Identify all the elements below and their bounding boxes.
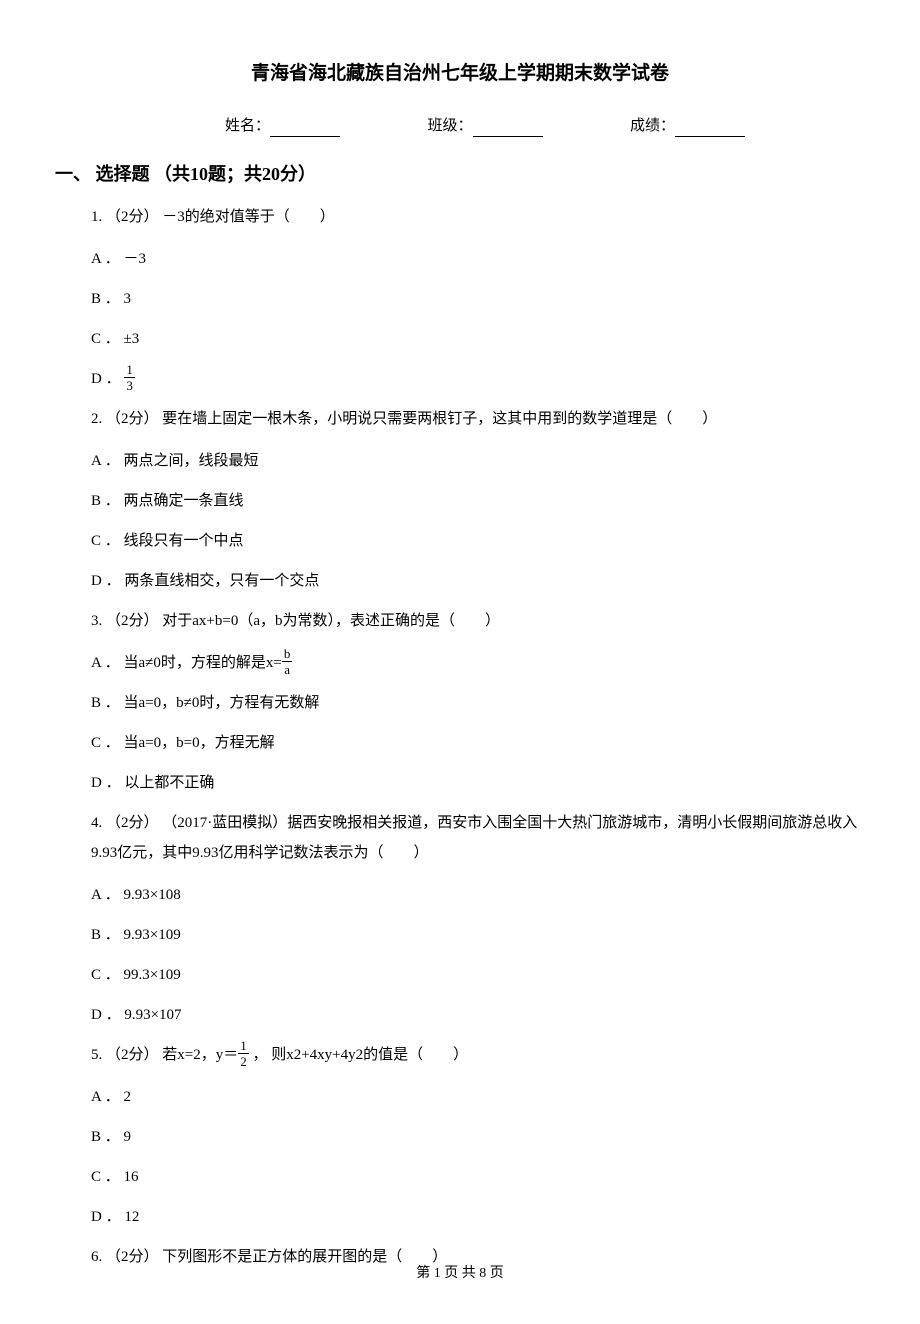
q1-opt-c: C ． ±3 xyxy=(91,324,865,354)
q4-stem: 4. （2分） （2017·蓝田模拟）据西安晚报相关报道，西安市入围全国十大热门… xyxy=(91,808,865,868)
q1-opt-a: A ． －3 xyxy=(91,244,865,274)
score-blank[interactable] xyxy=(675,136,745,137)
q5-stem-prefix: 5. （2分） 若x=2，y＝ xyxy=(91,1047,238,1063)
q3-a-numerator: b xyxy=(282,647,293,662)
q3-opt-d: D ． 以上都不正确 xyxy=(91,768,865,798)
q2-opt-c: C ． 线段只有一个中点 xyxy=(91,526,865,556)
fraction-icon: b a xyxy=(282,647,293,676)
q1-d-numerator: 1 xyxy=(124,363,135,378)
name-label: 姓名： xyxy=(225,118,270,134)
class-field: 班级： xyxy=(427,115,542,138)
page-footer: 第 1 页 共 8 页 xyxy=(0,1263,920,1284)
name-field: 姓名： xyxy=(225,115,340,138)
q3-a-denominator: a xyxy=(282,662,293,676)
q1-opt-d: D ． 1 3 xyxy=(91,364,865,394)
q3-opt-a: A ． 当a≠0时，方程的解是x= b a xyxy=(91,648,865,678)
q2-opt-d: D ． 两条直线相交，只有一个交点 xyxy=(91,566,865,596)
q5-stem: 5. （2分） 若x=2，y＝ 1 2 ， 则x2+4xy+4y2的值是（ ） xyxy=(91,1040,865,1070)
footer-suffix: 页 xyxy=(486,1266,504,1281)
footer-current-page: 1 xyxy=(434,1266,441,1281)
q3-opt-b: B ． 当a=0，b≠0时，方程有无数解 xyxy=(91,688,865,718)
fraction-icon: 1 2 xyxy=(238,1039,249,1068)
q2-opt-b: B ． 两点确定一条直线 xyxy=(91,486,865,516)
header-fields: 姓名： 班级： 成绩： xyxy=(55,115,865,138)
q5-denominator: 2 xyxy=(238,1054,249,1068)
q4-opt-b: B ． 9.93×109 xyxy=(91,920,865,950)
q1-opt-d-prefix: D ． xyxy=(91,371,121,387)
q5-opt-b: B ． 9 xyxy=(91,1122,865,1152)
q2-opt-a: A ． 两点之间，线段最短 xyxy=(91,446,865,476)
score-field: 成绩： xyxy=(630,115,745,138)
q5-opt-d: D ． 12 xyxy=(91,1202,865,1232)
q5-stem-suffix: ， 则x2+4xy+4y2的值是（ ） xyxy=(249,1047,468,1063)
class-blank[interactable] xyxy=(473,136,543,137)
q1-opt-b: B ． 3 xyxy=(91,284,865,314)
q5-numerator: 1 xyxy=(238,1039,249,1054)
name-blank[interactable] xyxy=(270,136,340,137)
q3-opt-a-prefix: A ． 当a≠0时，方程的解是x= xyxy=(91,655,282,671)
footer-mid: 页 共 xyxy=(441,1266,480,1281)
q2-stem: 2. （2分） 要在墙上固定一根木条，小明说只需要两根钉子，这其中用到的数学道理… xyxy=(91,404,865,434)
class-label: 班级： xyxy=(427,118,472,134)
section-1-heading: 一、 选择题 （共10题；共20分） xyxy=(55,161,865,188)
q1-d-denominator: 3 xyxy=(124,378,135,392)
q4-opt-a: A ． 9.93×108 xyxy=(91,880,865,910)
fraction-icon: 1 3 xyxy=(124,363,135,392)
q5-opt-a: A ． 2 xyxy=(91,1082,865,1112)
q1-stem: 1. （2分） －3的绝对值等于（ ） xyxy=(91,202,865,232)
q4-opt-d: D ． 9.93×107 xyxy=(91,1000,865,1030)
footer-prefix: 第 xyxy=(416,1266,434,1281)
q3-stem: 3. （2分） 对于ax+b=0（a，b为常数），表述正确的是（ ） xyxy=(91,606,865,636)
q3-opt-c: C ． 当a=0，b=0，方程无解 xyxy=(91,728,865,758)
exam-title: 青海省海北藏族自治州七年级上学期期末数学试卷 xyxy=(55,60,865,89)
score-label: 成绩： xyxy=(630,118,675,134)
q5-opt-c: C ． 16 xyxy=(91,1162,865,1192)
q4-opt-c: C ． 99.3×109 xyxy=(91,960,865,990)
